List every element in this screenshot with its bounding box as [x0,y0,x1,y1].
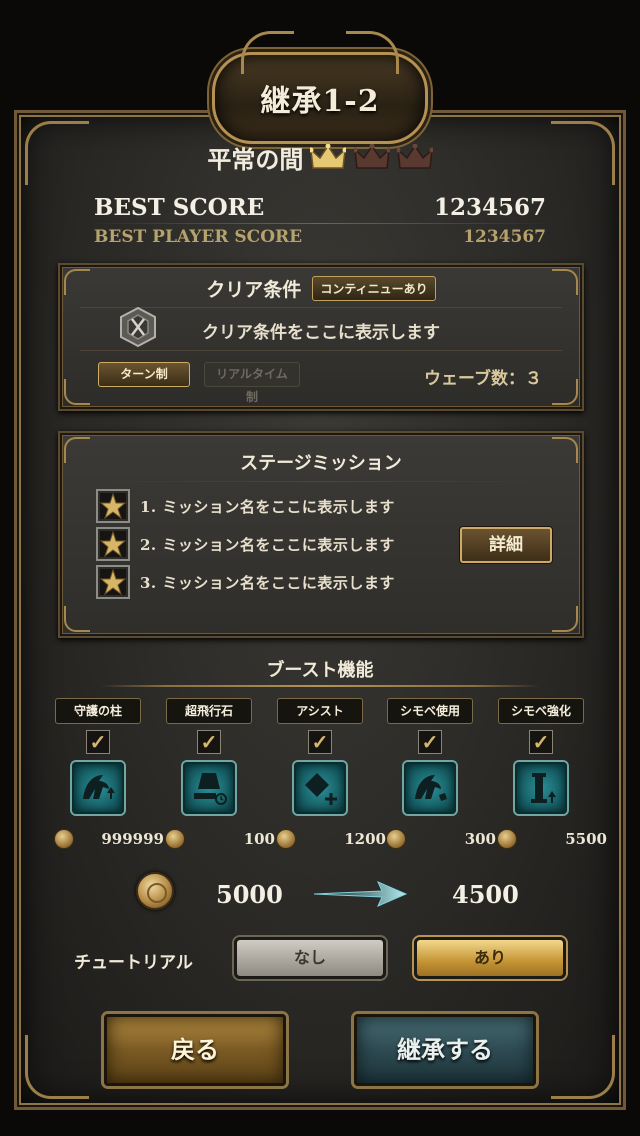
mission-item: 2. ミッション名をここに表示します [96,527,395,561]
difficulty-label: 平常の間 [207,145,304,174]
boost-title: ブースト機能 [266,660,374,681]
tutorial-label: チュートリアル [74,953,193,973]
wave-count: ウェーブ数：３ [424,369,542,389]
stage-mission-title: ステージミッション [240,453,402,474]
turn-mode-button[interactable]: ターン制 [98,362,190,387]
coin-icon [165,829,185,849]
coin-icon [276,829,296,849]
score-divider [90,223,550,224]
crown-icon-gold [310,143,347,169]
boost-cost: 1200 [276,829,386,849]
best-score-value: 1234567 [433,194,546,221]
boost-label: 超飛行石 [166,698,252,724]
boost-checkbox[interactable]: ✓ [308,730,332,754]
boost-item-assist: アシスト ✓ [276,698,364,814]
servant-boost-icon[interactable] [515,762,567,814]
panel-corner [64,379,90,405]
difficulty-row: 平常の間 [0,140,640,175]
panel-corner [552,379,578,405]
coin-icon [54,829,74,849]
realtime-mode-button[interactable]: リアルタイム制 [204,362,300,404]
mission-text: 1. ミッション名をここに表示します [140,497,395,516]
arrow-right-icon [313,881,408,907]
guardian-pillar-icon[interactable] [72,762,124,814]
boost-cost-value: 100 [243,830,275,848]
divider [84,481,558,482]
clear-condition-title: クリア条件 [206,279,302,301]
coin-icon [386,829,406,849]
clear-condition-description: クリア条件をここに表示します [202,323,440,343]
coin-balance-before: 5000 [216,880,283,909]
boost-cost-value: 300 [464,830,496,848]
mission-text: 2. ミッション名をここに表示します [140,535,395,554]
boost-label: 守護の柱 [55,698,141,724]
boost-cost: 999999 [54,829,164,849]
continue-badge: コンティニューあり [312,276,436,301]
boost-divider-ornament [100,685,540,687]
stage-mission-panel: ステージミッション 1. ミッション名をここに表示します 2. ミッション名をこ… [58,431,584,638]
boost-checkbox[interactable]: ✓ [86,730,110,754]
boost-checkbox[interactable]: ✓ [197,730,221,754]
panel-corner [64,606,90,632]
assist-icon[interactable] [294,762,346,814]
title-plate: 継承1-2 [212,31,428,144]
flight-stone-icon[interactable] [183,762,235,814]
best-player-score-row: BEST PLAYER SCORE 1234567 [94,227,546,247]
panel-corner [552,606,578,632]
frame-corner-ornament [551,1035,615,1099]
best-score-row: BEST SCORE 1234567 [94,194,546,221]
boost-cost-value: 1200 [344,830,386,848]
boost-cost: 5500 [497,829,607,849]
tutorial-off-button[interactable]: なし [234,937,386,979]
servant-use-icon[interactable] [404,762,456,814]
boost-item-servant-use: シモベ使用 ✓ [386,698,474,814]
clan-emblem-icon [120,306,156,348]
boost-item-guardian-pillar: 守護の柱 ✓ [54,698,142,814]
back-button[interactable]: 戻る [104,1014,286,1086]
best-player-score-value: 1234567 [463,227,546,247]
boost-checkbox[interactable]: ✓ [529,730,553,754]
star-icon [96,565,130,599]
boost-item-servant-boost: シモベ強化 ✓ [497,698,585,814]
boost-label: シモベ強化 [498,698,584,724]
frame-corner-ornament [25,1035,89,1099]
best-score-label: BEST SCORE [94,194,265,221]
mission-text: 3. ミッション名をここに表示します [140,573,395,592]
crown-icon-empty [396,143,433,169]
divider [80,350,562,351]
coin-icon [136,872,174,910]
boost-label: シモベ使用 [387,698,473,724]
boost-cost-value: 999999 [101,830,164,848]
clear-condition-panel: クリア条件 コンティニューあり クリア条件をここに表示します ターン制 リアルタ… [58,263,584,411]
boost-checkbox[interactable]: ✓ [418,730,442,754]
stage-title: 継承1-2 [260,84,380,119]
inherit-button[interactable]: 継承する [354,1014,536,1086]
boost-cost: 300 [386,829,496,849]
coin-balance-after: 4500 [452,880,519,909]
tutorial-on-button[interactable]: あり [414,937,566,979]
star-icon [96,527,130,561]
crown-icon-empty [353,143,390,169]
best-player-score-label: BEST PLAYER SCORE [94,227,303,247]
clear-condition-header: クリア条件 コンティニューあり [60,275,582,302]
boost-cost-value: 5500 [565,830,607,848]
coin-icon [497,829,517,849]
boost-cost: 100 [165,829,275,849]
mission-item: 3. ミッション名をここに表示します [96,565,395,599]
star-icon [96,489,130,523]
mission-detail-button[interactable]: 詳細 [460,527,552,563]
boost-item-flight-stone: 超飛行石 ✓ [165,698,253,814]
boost-label: アシスト [277,698,363,724]
mission-item: 1. ミッション名をここに表示します [96,489,395,523]
